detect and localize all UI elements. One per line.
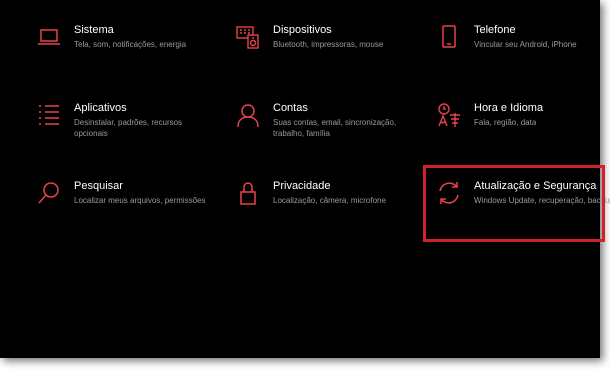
tile-description: Localização, câmera, microfone [273, 196, 386, 205]
tile-privacidade[interactable]: Privacidade Localização, câmera, microfo… [235, 180, 415, 240]
search-icon [36, 180, 62, 206]
tile-telefone[interactable]: Telefone Vincular seu Android, iPhone [436, 24, 610, 84]
tile-title: Sistema [74, 24, 114, 36]
tile-title: Privacidade [273, 180, 331, 192]
lock-icon [235, 180, 261, 206]
settings-window: Sistema Tela, som, notificações, energia… [0, 0, 610, 358]
tile-title: Telefone [474, 24, 516, 36]
laptop-icon [36, 24, 62, 50]
tile-aplicativos[interactable]: Aplicativos Desinstalar, padrões, recurs… [36, 102, 216, 162]
tile-description: Tela, som, notificações, energia [74, 40, 187, 49]
phone-icon [436, 24, 462, 50]
time-language-icon [436, 102, 462, 128]
devices-icon [235, 24, 261, 50]
tile-description: Localizar meus arquivos, permissões [74, 196, 206, 205]
tile-hora-e-idioma[interactable]: Hora e Idioma Fala, região, data [436, 102, 610, 162]
tile-sistema[interactable]: Sistema Tela, som, notificações, energia [36, 24, 216, 84]
apps-list-icon [36, 102, 62, 128]
tile-title: Aplicativos [74, 102, 127, 114]
tile-pesquisar[interactable]: Pesquisar Localizar meus arquivos, permi… [36, 180, 216, 240]
highlight-box [423, 165, 605, 242]
tile-title: Contas [273, 102, 308, 114]
tile-title: Pesquisar [74, 180, 123, 192]
tile-description: Fala, região, data [474, 118, 537, 127]
tile-contas[interactable]: Contas Suas contas, email, sincronização… [235, 102, 415, 162]
tile-description: Vincular seu Android, iPhone [474, 40, 577, 49]
tile-description: Bluetooth, impressoras, mouse [273, 40, 384, 49]
tile-description: Desinstalar, padrões, recursos opcionais [74, 118, 183, 138]
tile-description: Suas contas, email, sincronização, traba… [273, 118, 397, 138]
tile-dispositivos[interactable]: Dispositivos Bluetooth, impressoras, mou… [235, 24, 415, 84]
person-icon [235, 102, 261, 128]
tile-title: Hora e Idioma [474, 102, 544, 114]
tile-title: Dispositivos [273, 24, 332, 36]
